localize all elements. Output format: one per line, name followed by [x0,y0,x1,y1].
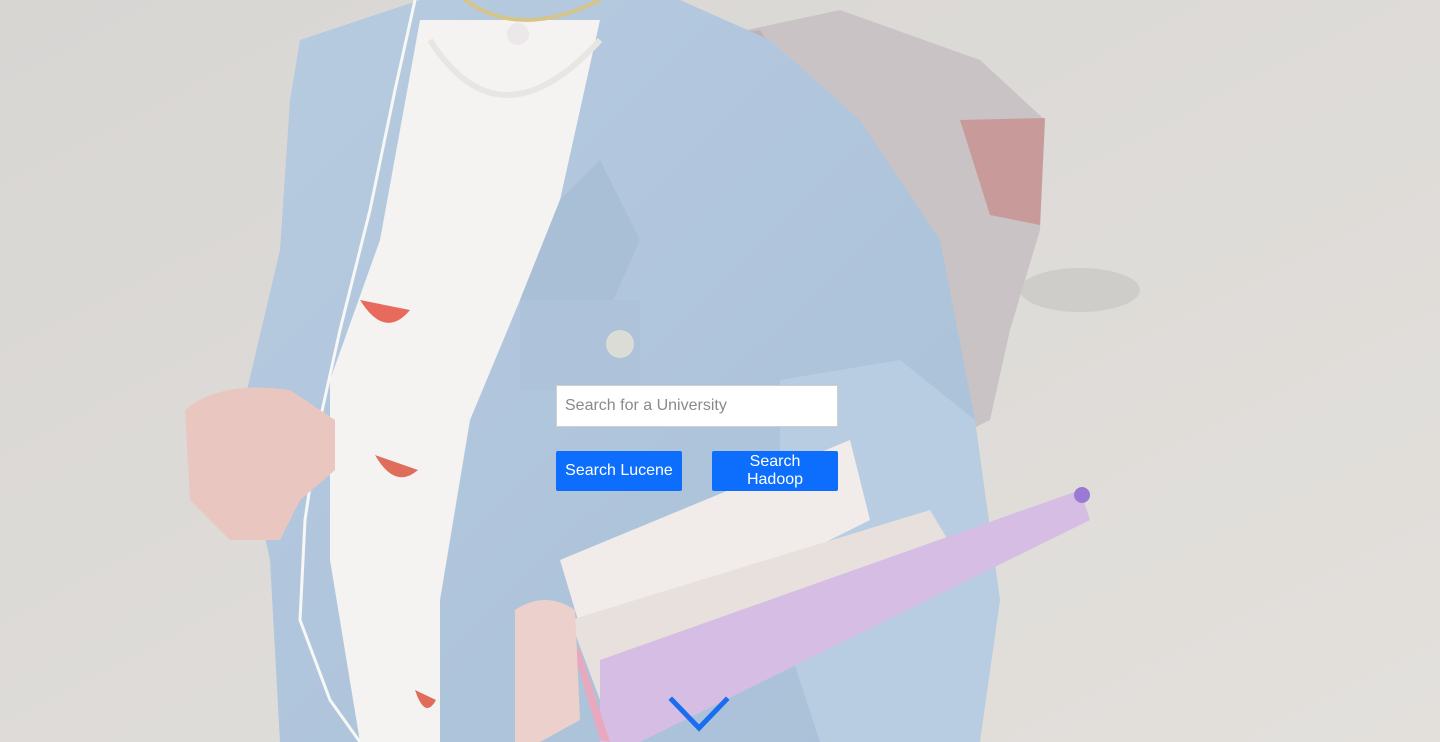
search-button-row: Search Lucene Search Hadoop [556,451,838,491]
search-hadoop-button[interactable]: Search Hadoop [712,451,838,491]
chevron-down-icon[interactable] [668,696,730,736]
hero-background-image [0,0,1440,742]
hero-section: Search Lucene Search Hadoop [0,0,1440,742]
search-panel: Search Lucene Search Hadoop [556,385,838,491]
university-search-input[interactable] [556,385,838,427]
search-lucene-button[interactable]: Search Lucene [556,451,682,491]
